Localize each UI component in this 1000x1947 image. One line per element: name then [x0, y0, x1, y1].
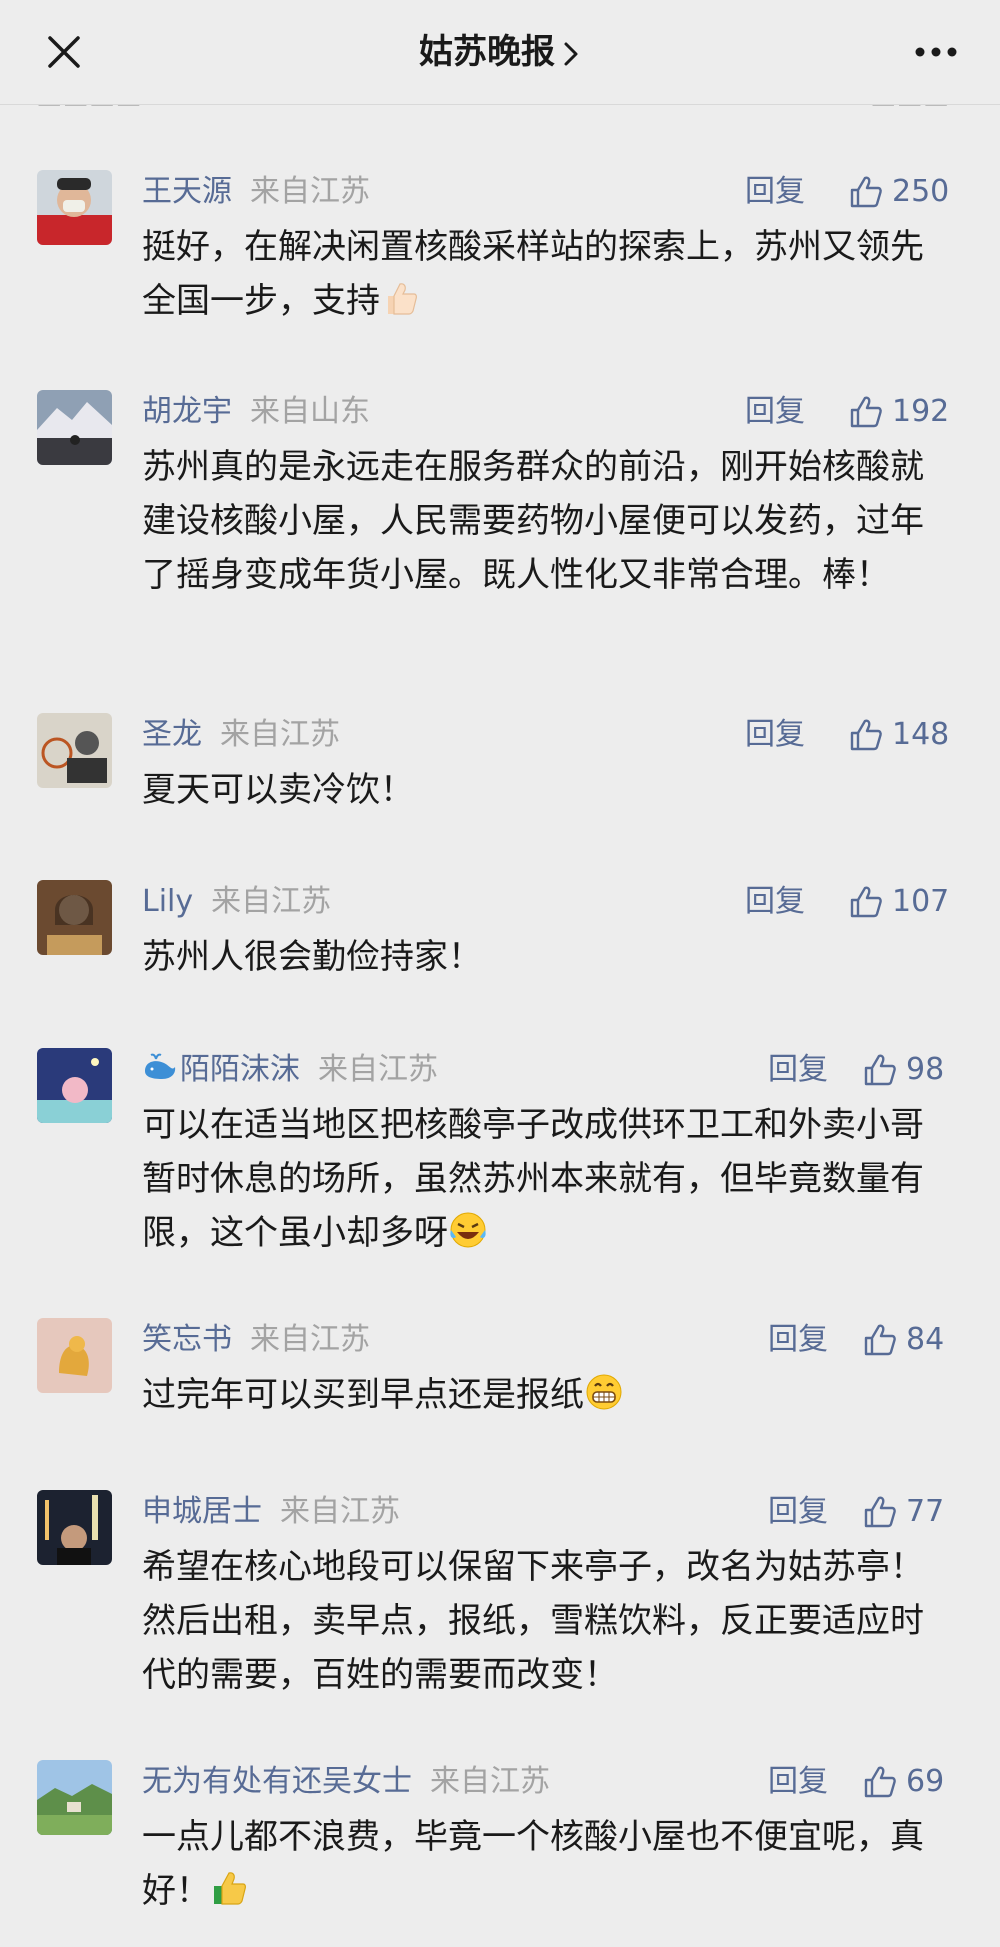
username[interactable]: 申城居士	[142, 1494, 262, 1529]
reply-button[interactable]: 回复	[768, 1318, 828, 1362]
like-count: 84	[906, 1322, 945, 1357]
more-dots-icon[interactable]	[912, 44, 960, 60]
chevron-right-icon	[564, 42, 578, 65]
laugh-cry-emoji	[450, 1212, 486, 1248]
reply-button[interactable]: 回复	[745, 880, 805, 924]
username[interactable]: 圣龙	[142, 717, 202, 752]
avatar[interactable]	[37, 1048, 112, 1123]
thumbs-up-icon	[850, 396, 882, 428]
thumbs-up-emoji	[388, 283, 417, 315]
username[interactable]: 胡龙宇	[142, 394, 232, 429]
region-label: 来自江苏	[211, 884, 332, 919]
comment-text: 苏州真的是永远走在服务群众的前沿，刚开始核酸就建设核酸小屋，人民需要药物小屋便可…	[142, 447, 924, 595]
reply-button[interactable]: 回复	[745, 170, 805, 214]
reply-button[interactable]: 回复	[745, 713, 805, 757]
username[interactable]: 无为有处有还吴女士	[142, 1764, 412, 1799]
thumbs-up-icon	[850, 176, 882, 208]
comment-text: 夏天可以卖冷饮！	[142, 770, 414, 810]
region-label: 来自山东	[250, 394, 370, 429]
thumbs-up-icon	[850, 886, 882, 918]
reply-button[interactable]: 回复	[745, 390, 805, 434]
page-title[interactable]: 姑苏晚报	[419, 32, 555, 72]
region-label: 来自江苏	[318, 1052, 438, 1087]
avatar[interactable]	[37, 713, 112, 788]
like-count: 98	[906, 1052, 945, 1087]
thumbs-up-icon	[864, 1496, 896, 1528]
region-label: 来自江苏	[250, 1322, 370, 1357]
like-count: 250	[892, 174, 950, 209]
thumbs-up-icon	[864, 1054, 896, 1086]
region-label: 来自江苏	[250, 174, 370, 209]
reply-button[interactable]: 回复	[768, 1048, 828, 1092]
thumbs-up-icon	[864, 1324, 896, 1356]
comment-text: 苏州人很会勤俭持家！	[142, 937, 482, 977]
comment-text: 挺好，在解决闲置核酸采样站的探索上，苏州又领先全国一步，支持	[142, 227, 924, 321]
grin-emoji	[586, 1374, 622, 1410]
region-label: 来自江苏	[220, 717, 340, 752]
username[interactable]: 王天源	[142, 174, 232, 209]
reply-button[interactable]: 回复	[768, 1760, 828, 1804]
username[interactable]: 笑忘书	[142, 1322, 232, 1357]
top-bar: 姑苏晚报	[0, 0, 1000, 105]
username[interactable]: 陌陌沫沫	[180, 1052, 300, 1087]
avatar[interactable]	[37, 1490, 112, 1565]
region-label: 来自江苏	[280, 1494, 400, 1529]
comment-text: 希望在核心地段可以保留下来亭子，改名为姑苏亭！然后出租，卖早点，报纸，雪糕饮料，…	[142, 1547, 924, 1695]
avatar[interactable]	[37, 880, 112, 955]
region-label: 来自江苏	[430, 1764, 550, 1799]
comment-text: 过完年可以买到早点还是报纸	[142, 1375, 584, 1415]
like-count: 148	[892, 717, 950, 752]
comment-text: 一点儿都不浪费，毕竟一个核酸小屋也不便宜呢，真好！	[142, 1817, 924, 1911]
avatar[interactable]	[37, 1760, 112, 1835]
green-thumbs-up-emoji	[214, 1872, 246, 1905]
comment-text: 可以在适当地区把核酸亭子改成供环卫工和外卖小哥暂时休息的场所，虽然苏州本来就有，…	[142, 1105, 924, 1253]
avatar[interactable]	[37, 390, 112, 465]
scrolled-header-remnant: ▬▬▬▬▬▬▬	[0, 104, 1000, 114]
thumbs-up-icon	[864, 1766, 896, 1798]
like-count: 69	[906, 1764, 945, 1799]
thumbs-up-icon	[850, 719, 882, 751]
avatar[interactable]	[37, 170, 112, 245]
like-count: 192	[892, 394, 950, 429]
page-title-wrap[interactable]: 姑苏晚报	[0, 30, 1000, 74]
like-count: 107	[892, 884, 950, 919]
username[interactable]: Lily	[142, 884, 193, 919]
avatar[interactable]	[37, 1318, 112, 1393]
like-count: 77	[906, 1494, 945, 1529]
reply-button[interactable]: 回复	[768, 1490, 828, 1534]
whale-icon	[145, 1053, 176, 1079]
